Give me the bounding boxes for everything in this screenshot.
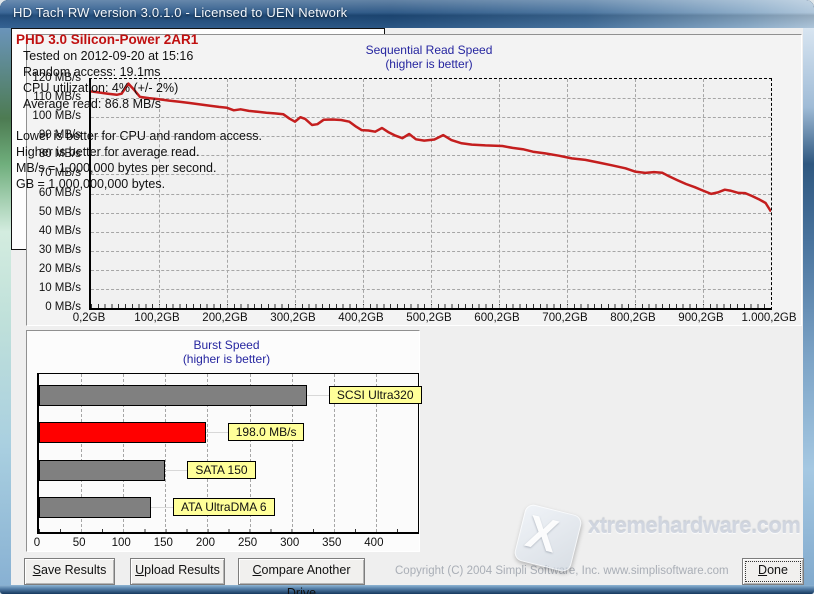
burst-bar-label: SATA 150 [187, 461, 256, 479]
burst-bar [39, 497, 151, 518]
bar-label-connector [205, 432, 228, 433]
note-gb-def: GB = 1,000,000,000 bytes. [16, 177, 166, 191]
window-title: HD Tach RW version 3.0.1.0 - Licensed to… [13, 5, 348, 20]
done-button[interactable]: Done [742, 558, 804, 585]
average-read-line: Average read: 86.8 MB/s [23, 97, 162, 111]
read-y-tick-label: 40 MB/s [38, 224, 81, 237]
note-higher-better: Higher is better for average read. [16, 145, 200, 159]
copyright-text: Copyright (C) 2004 Simpli Software, Inc.… [395, 565, 729, 577]
burst-bar-label: ATA UltraDMA 6 [173, 498, 275, 516]
burst-x-axis-ticks [39, 529, 418, 532]
bar-label-connector [165, 470, 188, 471]
random-access-line: Random access: 19.1ms [23, 65, 161, 79]
read-y-tick-label: 20 MB/s [38, 262, 81, 275]
burst-bar [39, 385, 307, 406]
window-frame-bottom [0, 585, 814, 594]
burst-bar-label: SCSI Ultra320 [328, 386, 422, 404]
upload-results-button[interactable]: Upload Results [130, 558, 225, 585]
drive-name: PHD 3.0 Silicon-Power 2AR1 [16, 32, 199, 47]
read-y-tick-label: 50 MB/s [38, 205, 81, 218]
window-frame-left [0, 28, 11, 594]
bar-label-connector [306, 395, 329, 396]
window-frame-right [803, 28, 814, 594]
hd-tach-window: HD Tach RW version 3.0.1.0 - Licensed to… [0, 0, 814, 594]
burst-bar [39, 422, 206, 443]
burst-speed-chart: SCSI Ultra320 198.0 MB/s SATA 150 ATA Ultra… [37, 373, 422, 534]
note-lower-better: Lower is better for CPU and random acces… [16, 129, 262, 143]
note-mbs-def: MB/s = 1,000,000 bytes per second. [16, 161, 217, 175]
tested-on-line: Tested on 2012-09-20 at 15:16 [23, 49, 194, 63]
burst-chart-title: Burst Speed (higher is better) [37, 338, 416, 366]
burst-speed-panel: Burst Speed (higher is better) SCSI Ultr… [26, 330, 422, 552]
bar-label-connector [151, 507, 173, 508]
burst-bar-label: 198.0 MB/s [227, 423, 305, 441]
read-x-tick-label: 1.000,2GB [741, 312, 797, 324]
burst-x-tick-label: 400 [364, 537, 384, 549]
save-results-button[interactable]: Save Results [24, 558, 115, 585]
window-titlebar[interactable]: HD Tach RW version 3.0.1.0 - Licensed to… [0, 0, 814, 29]
burst-chart-title-text: Burst Speed [193, 338, 260, 352]
burst-bar [39, 460, 166, 481]
burst-chart-subtitle: (higher is better) [182, 352, 271, 366]
read-y-tick-label: 30 MB/s [38, 243, 81, 256]
cpu-utilization-line: CPU utilization: 4% (+/- 2%) [23, 81, 179, 95]
window-content: Sequential Read Speed (higher is better)… [11, 28, 804, 594]
compare-another-drive-button[interactable]: Compare Another Drive [238, 558, 365, 594]
read-y-tick-label: 10 MB/s [38, 281, 81, 294]
